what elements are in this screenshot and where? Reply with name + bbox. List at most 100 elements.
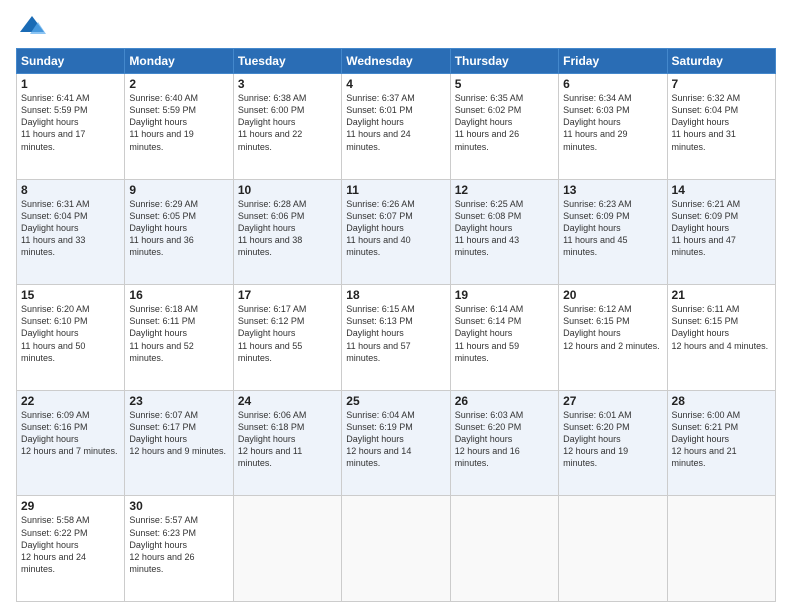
- calendar-day-cell: 30Sunrise: 5:57 AMSunset: 6:23 PMDayligh…: [125, 496, 233, 602]
- calendar-body: 1Sunrise: 6:41 AMSunset: 5:59 PMDaylight…: [17, 74, 776, 602]
- day-number: 29: [21, 499, 120, 513]
- day-info: Sunrise: 6:04 AMSunset: 6:19 PMDaylight …: [346, 409, 445, 470]
- day-number: 18: [346, 288, 445, 302]
- day-number: 28: [672, 394, 771, 408]
- calendar-table: SundayMondayTuesdayWednesdayThursdayFrid…: [16, 48, 776, 602]
- calendar-weekday-header: Monday: [125, 49, 233, 74]
- calendar-day-cell: 5Sunrise: 6:35 AMSunset: 6:02 PMDaylight…: [450, 74, 558, 180]
- day-info: Sunrise: 6:23 AMSunset: 6:09 PMDaylight …: [563, 198, 662, 259]
- calendar-week-row: 1Sunrise: 6:41 AMSunset: 5:59 PMDaylight…: [17, 74, 776, 180]
- day-number: 13: [563, 183, 662, 197]
- calendar-day-cell: 26Sunrise: 6:03 AMSunset: 6:20 PMDayligh…: [450, 390, 558, 496]
- day-number: 30: [129, 499, 228, 513]
- calendar-day-cell: [233, 496, 341, 602]
- day-number: 6: [563, 77, 662, 91]
- calendar-day-cell: 7Sunrise: 6:32 AMSunset: 6:04 PMDaylight…: [667, 74, 775, 180]
- calendar-day-cell: 28Sunrise: 6:00 AMSunset: 6:21 PMDayligh…: [667, 390, 775, 496]
- calendar-week-row: 15Sunrise: 6:20 AMSunset: 6:10 PMDayligh…: [17, 285, 776, 391]
- day-number: 15: [21, 288, 120, 302]
- day-info: Sunrise: 6:15 AMSunset: 6:13 PMDaylight …: [346, 303, 445, 364]
- calendar-day-cell: 3Sunrise: 6:38 AMSunset: 6:00 PMDaylight…: [233, 74, 341, 180]
- calendar-day-cell: 13Sunrise: 6:23 AMSunset: 6:09 PMDayligh…: [559, 179, 667, 285]
- calendar-day-cell: 23Sunrise: 6:07 AMSunset: 6:17 PMDayligh…: [125, 390, 233, 496]
- calendar-day-cell: 8Sunrise: 6:31 AMSunset: 6:04 PMDaylight…: [17, 179, 125, 285]
- calendar-header-row: SundayMondayTuesdayWednesdayThursdayFrid…: [17, 49, 776, 74]
- calendar-day-cell: 11Sunrise: 6:26 AMSunset: 6:07 PMDayligh…: [342, 179, 450, 285]
- calendar-day-cell: 12Sunrise: 6:25 AMSunset: 6:08 PMDayligh…: [450, 179, 558, 285]
- calendar-day-cell: 19Sunrise: 6:14 AMSunset: 6:14 PMDayligh…: [450, 285, 558, 391]
- calendar-week-row: 29Sunrise: 5:58 AMSunset: 6:22 PMDayligh…: [17, 496, 776, 602]
- calendar-day-cell: [450, 496, 558, 602]
- day-info: Sunrise: 6:41 AMSunset: 5:59 PMDaylight …: [21, 92, 120, 153]
- calendar-day-cell: [559, 496, 667, 602]
- calendar-day-cell: 6Sunrise: 6:34 AMSunset: 6:03 PMDaylight…: [559, 74, 667, 180]
- day-info: Sunrise: 6:12 AMSunset: 6:15 PMDaylight …: [563, 303, 662, 352]
- day-info: Sunrise: 6:09 AMSunset: 6:16 PMDaylight …: [21, 409, 120, 458]
- calendar-day-cell: 27Sunrise: 6:01 AMSunset: 6:20 PMDayligh…: [559, 390, 667, 496]
- day-info: Sunrise: 6:14 AMSunset: 6:14 PMDaylight …: [455, 303, 554, 364]
- logo: [16, 12, 46, 40]
- day-number: 25: [346, 394, 445, 408]
- day-info: Sunrise: 6:25 AMSunset: 6:08 PMDaylight …: [455, 198, 554, 259]
- day-info: Sunrise: 6:03 AMSunset: 6:20 PMDaylight …: [455, 409, 554, 470]
- day-number: 4: [346, 77, 445, 91]
- day-info: Sunrise: 6:06 AMSunset: 6:18 PMDaylight …: [238, 409, 337, 470]
- day-info: Sunrise: 6:35 AMSunset: 6:02 PMDaylight …: [455, 92, 554, 153]
- calendar-day-cell: 9Sunrise: 6:29 AMSunset: 6:05 PMDaylight…: [125, 179, 233, 285]
- day-number: 7: [672, 77, 771, 91]
- day-info: Sunrise: 6:40 AMSunset: 5:59 PMDaylight …: [129, 92, 228, 153]
- day-number: 12: [455, 183, 554, 197]
- day-number: 19: [455, 288, 554, 302]
- calendar-day-cell: 17Sunrise: 6:17 AMSunset: 6:12 PMDayligh…: [233, 285, 341, 391]
- day-number: 3: [238, 77, 337, 91]
- day-number: 10: [238, 183, 337, 197]
- day-number: 8: [21, 183, 120, 197]
- calendar-week-row: 22Sunrise: 6:09 AMSunset: 6:16 PMDayligh…: [17, 390, 776, 496]
- calendar-weekday-header: Tuesday: [233, 49, 341, 74]
- header: [16, 12, 776, 40]
- calendar-weekday-header: Wednesday: [342, 49, 450, 74]
- day-info: Sunrise: 6:31 AMSunset: 6:04 PMDaylight …: [21, 198, 120, 259]
- calendar-weekday-header: Thursday: [450, 49, 558, 74]
- calendar-day-cell: 2Sunrise: 6:40 AMSunset: 5:59 PMDaylight…: [125, 74, 233, 180]
- calendar-day-cell: [667, 496, 775, 602]
- day-number: 1: [21, 77, 120, 91]
- day-number: 16: [129, 288, 228, 302]
- day-info: Sunrise: 6:37 AMSunset: 6:01 PMDaylight …: [346, 92, 445, 153]
- day-info: Sunrise: 6:26 AMSunset: 6:07 PMDaylight …: [346, 198, 445, 259]
- calendar-day-cell: 1Sunrise: 6:41 AMSunset: 5:59 PMDaylight…: [17, 74, 125, 180]
- calendar-weekday-header: Sunday: [17, 49, 125, 74]
- calendar-day-cell: 15Sunrise: 6:20 AMSunset: 6:10 PMDayligh…: [17, 285, 125, 391]
- day-info: Sunrise: 6:01 AMSunset: 6:20 PMDaylight …: [563, 409, 662, 470]
- day-info: Sunrise: 6:00 AMSunset: 6:21 PMDaylight …: [672, 409, 771, 470]
- day-number: 20: [563, 288, 662, 302]
- calendar-day-cell: 24Sunrise: 6:06 AMSunset: 6:18 PMDayligh…: [233, 390, 341, 496]
- day-number: 9: [129, 183, 228, 197]
- day-info: Sunrise: 6:29 AMSunset: 6:05 PMDaylight …: [129, 198, 228, 259]
- day-number: 2: [129, 77, 228, 91]
- calendar-day-cell: 14Sunrise: 6:21 AMSunset: 6:09 PMDayligh…: [667, 179, 775, 285]
- day-number: 5: [455, 77, 554, 91]
- day-info: Sunrise: 6:17 AMSunset: 6:12 PMDaylight …: [238, 303, 337, 364]
- day-info: Sunrise: 6:21 AMSunset: 6:09 PMDaylight …: [672, 198, 771, 259]
- day-number: 11: [346, 183, 445, 197]
- day-info: Sunrise: 6:38 AMSunset: 6:00 PMDaylight …: [238, 92, 337, 153]
- logo-icon: [18, 12, 46, 40]
- calendar-day-cell: [342, 496, 450, 602]
- day-info: Sunrise: 6:18 AMSunset: 6:11 PMDaylight …: [129, 303, 228, 364]
- day-number: 27: [563, 394, 662, 408]
- day-number: 21: [672, 288, 771, 302]
- calendar-day-cell: 4Sunrise: 6:37 AMSunset: 6:01 PMDaylight…: [342, 74, 450, 180]
- day-info: Sunrise: 5:57 AMSunset: 6:23 PMDaylight …: [129, 514, 228, 575]
- calendar-day-cell: 16Sunrise: 6:18 AMSunset: 6:11 PMDayligh…: [125, 285, 233, 391]
- day-info: Sunrise: 6:32 AMSunset: 6:04 PMDaylight …: [672, 92, 771, 153]
- day-info: Sunrise: 6:34 AMSunset: 6:03 PMDaylight …: [563, 92, 662, 153]
- calendar-weekday-header: Saturday: [667, 49, 775, 74]
- calendar-weekday-header: Friday: [559, 49, 667, 74]
- calendar-day-cell: 22Sunrise: 6:09 AMSunset: 6:16 PMDayligh…: [17, 390, 125, 496]
- day-number: 23: [129, 394, 228, 408]
- calendar-day-cell: 29Sunrise: 5:58 AMSunset: 6:22 PMDayligh…: [17, 496, 125, 602]
- day-info: Sunrise: 6:28 AMSunset: 6:06 PMDaylight …: [238, 198, 337, 259]
- day-info: Sunrise: 6:07 AMSunset: 6:17 PMDaylight …: [129, 409, 228, 458]
- day-info: Sunrise: 6:11 AMSunset: 6:15 PMDaylight …: [672, 303, 771, 352]
